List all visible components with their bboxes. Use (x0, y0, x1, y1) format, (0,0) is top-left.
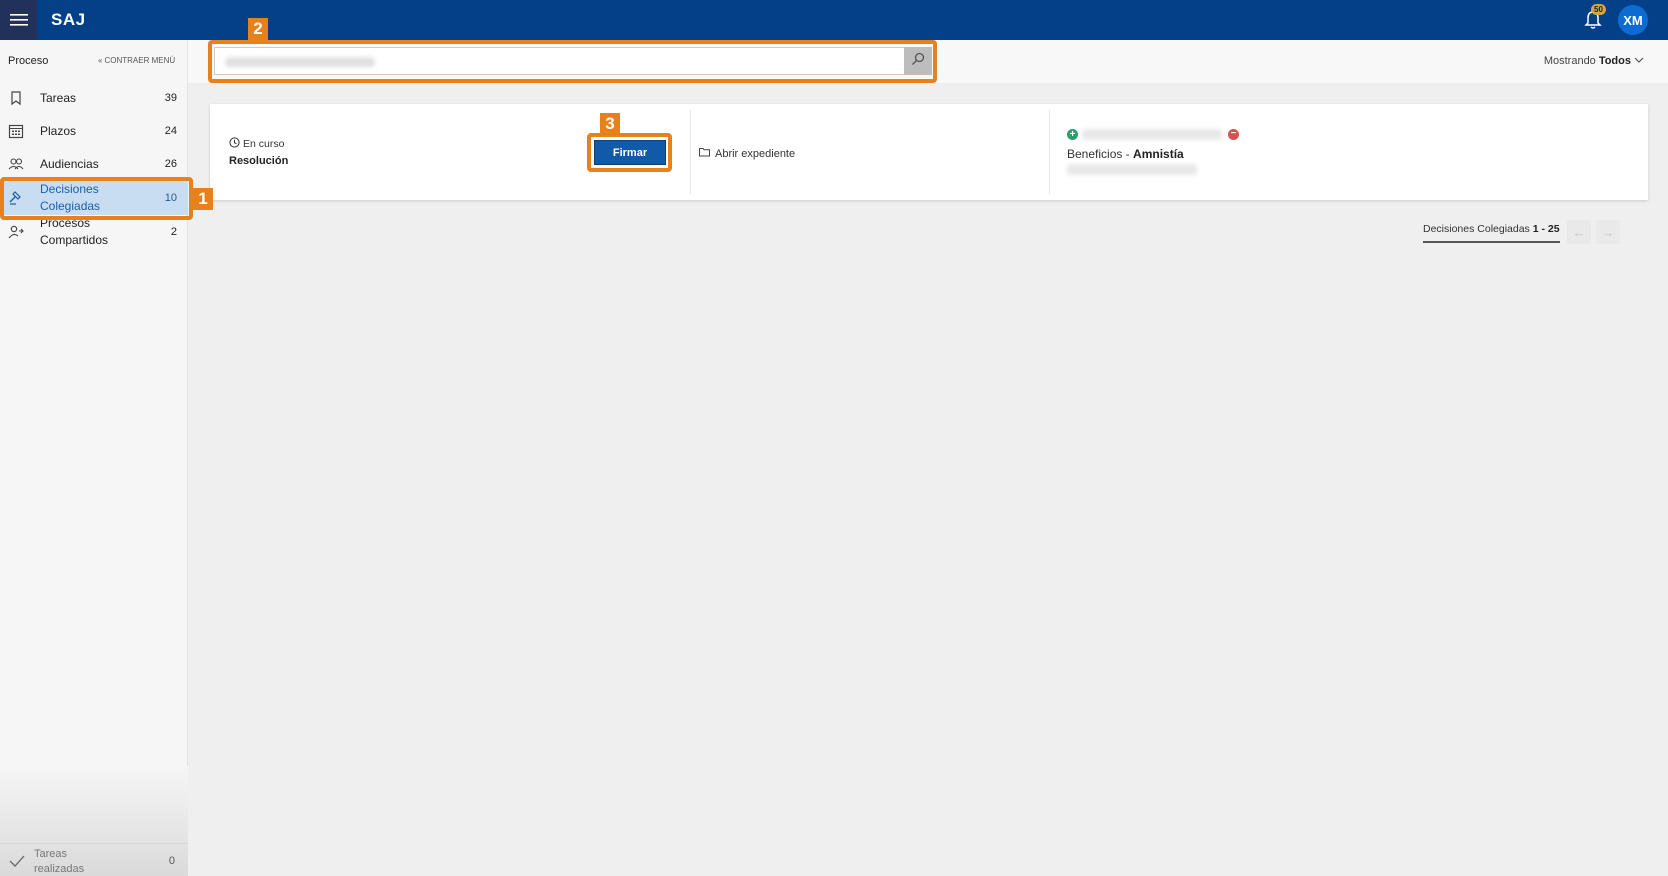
sidebar-item-label: Tareas realizadas (34, 848, 85, 875)
showing-prefix: Mostrando (1543, 55, 1596, 67)
pager-label: Decisiones Colegiadas 1 - 25 (1423, 223, 1560, 243)
benefit-label: Beneficios - Amnistía (1067, 147, 1184, 161)
sidebar-item-label: Audiencias (40, 156, 99, 171)
sidebar-item-tareas-realizadas[interactable]: Tareas realizadas 0 (0, 843, 188, 876)
decision-card (210, 104, 1648, 200)
divider (1049, 110, 1050, 194)
sidebar-item-count: 2 (170, 226, 177, 238)
arrow-right-icon: → (1601, 224, 1615, 240)
showing-value: Todos (1598, 55, 1631, 67)
avatar[interactable]: XM (1618, 5, 1648, 35)
collapse-menu-label: CONTRAER MENÚ (104, 56, 176, 65)
double-chevron-left-icon: « (98, 56, 103, 65)
next-page-button[interactable]: → (1596, 220, 1620, 244)
user-share-icon (8, 224, 24, 240)
divider (690, 110, 691, 194)
open-file-label: Abrir expediente (715, 147, 796, 160)
sidebar-item-count: 24 (164, 125, 177, 137)
notification-badge: 50 (1591, 4, 1606, 15)
sidebar-header: Proceso (8, 55, 49, 67)
blurred-case-number (1067, 164, 1197, 175)
step-3-highlight (587, 133, 672, 172)
step-3-badge: 3 (600, 113, 620, 135)
step-2-badge: 2 (248, 18, 268, 40)
minus-circle-icon[interactable]: − (1228, 129, 1239, 140)
check-icon (9, 854, 25, 873)
open-file-link[interactable]: Abrir expediente (699, 147, 795, 160)
status-text: En curso (243, 138, 285, 150)
benefit-value: Amnistía (1133, 147, 1184, 161)
calendar-icon (8, 123, 24, 139)
clock-icon (229, 137, 240, 151)
chevron-down-icon (1634, 55, 1644, 67)
status-label: En curso (229, 137, 284, 151)
plus-circle-icon[interactable]: + (1067, 129, 1078, 140)
step-1-highlight (0, 177, 193, 220)
showing-filter-dropdown[interactable]: Mostrando Todos (1544, 55, 1644, 67)
folder-icon (699, 147, 710, 160)
pager-prefix: Decisiones Colegiadas (1423, 223, 1533, 235)
step-2-highlight (208, 40, 937, 83)
sidebar-item-count: 39 (164, 92, 177, 104)
sidebar-item-label: Procesos Compartidos (40, 216, 109, 247)
app-title: SAJ (51, 10, 86, 29)
sidebar-item-count: 0 (168, 855, 175, 867)
document-type: Resolución (229, 155, 289, 167)
sidebar-item-count: 26 (164, 158, 177, 170)
sidebar-item-plazos[interactable]: Plazos 24 (0, 115, 188, 147)
people-icon (8, 156, 24, 172)
bookmark-icon (8, 90, 24, 106)
sidebar-item-audiencias[interactable]: Audiencias 26 (0, 148, 188, 180)
menu-icon[interactable] (0, 0, 37, 40)
benefit-prefix: Beneficios - (1067, 147, 1134, 161)
sidebar-item-procesos-compartidos[interactable]: Procesos Compartidos 2 (0, 215, 188, 249)
sidebar-item-label: Plazos (40, 123, 77, 138)
blurred-party-name (1082, 129, 1222, 140)
arrow-left-icon: ← (1572, 224, 1586, 240)
collapse-menu-button[interactable]: « CONTRAER MENÚ (98, 56, 175, 65)
step-1-badge: 1 (193, 188, 213, 210)
sidebar-item-tareas[interactable]: Tareas 39 (0, 82, 188, 114)
prev-page-button[interactable]: ← (1567, 220, 1591, 244)
sidebar: Proceso « CONTRAER MENÚ Tareas 39 Plazos… (0, 40, 188, 876)
sidebar-item-label: Tareas (40, 90, 77, 105)
pager-range: 1 - 25 (1532, 223, 1560, 235)
